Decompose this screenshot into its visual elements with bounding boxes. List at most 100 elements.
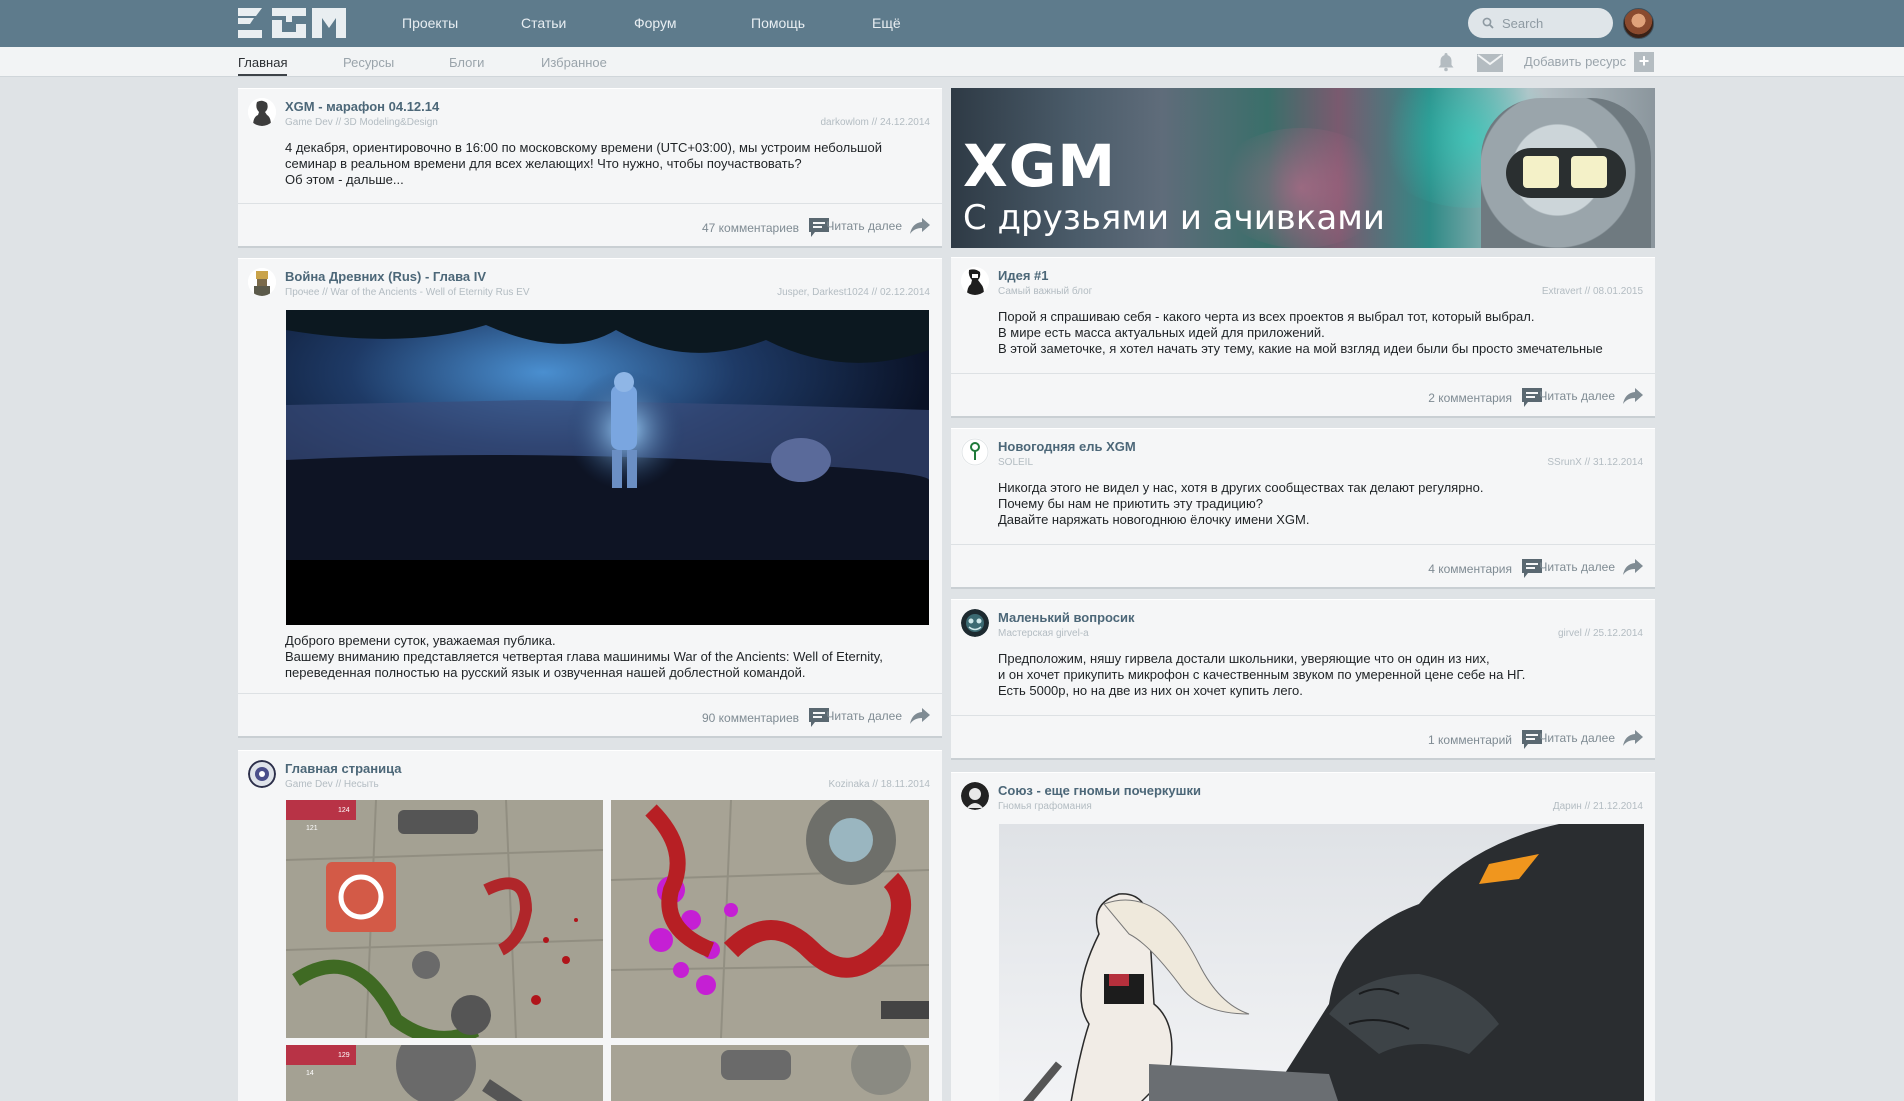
read-more-label: Читать далее [1539,731,1615,745]
mail-icon[interactable] [1477,54,1503,77]
read-more-link[interactable]: Читать далее [1539,388,1643,404]
hud-score: 124 [338,807,350,814]
bell-icon[interactable] [1437,52,1455,77]
banner-title: XGM [963,132,1117,200]
nav-help[interactable]: Помощь [751,0,805,47]
post-card: Новогодняя ель XGM SOLEIL SSrunX // 31.1… [951,428,1655,589]
post-card: Идея #1 Самый важный блог Extravert // 0… [951,257,1655,418]
user-avatar[interactable] [1623,8,1654,39]
post-footer: 90 комментариев Читать далее [238,693,942,736]
share-arrow-icon [910,708,930,724]
author-avatar[interactable] [961,267,989,295]
post-footer: 4 комментария Читать далее [951,544,1655,587]
share-arrow-icon [1623,559,1643,575]
xgm-logo[interactable] [238,6,346,40]
post-category[interactable]: Мастерская girvel-a [998,628,1089,639]
post-author-date: Extravert // 08.01.2015 [1541,286,1643,297]
banner-subtitle: С друзьями и ачивками [963,198,1385,238]
post-author-date: SSrunX // 31.12.2014 [1547,457,1643,468]
share-arrow-icon [1623,388,1643,404]
hud-score: 129 [338,1052,350,1059]
post-footer: 2 комментария Читать далее [951,373,1655,416]
post-title[interactable]: Идея #1 [998,268,1048,283]
read-more-label: Читать далее [1539,560,1615,574]
promo-banner[interactable]: XGM С друзьями и ачивками [951,88,1655,248]
author-avatar[interactable] [248,760,276,788]
nav-more[interactable]: Ещё [872,0,901,47]
post-author-date: Kozinaka // 18.11.2014 [828,779,930,790]
subnav-blogs[interactable]: Блоги [449,55,484,70]
post-title[interactable]: XGM - марафон 04.12.14 [285,99,439,114]
post-category[interactable]: Game Dev // 3D Modeling&Design [285,117,438,128]
post-card: Война Древних (Rus) - Глава IV Прочее //… [238,258,942,738]
comments-count: 2 комментария [1428,391,1512,405]
post-card: Маленький вопросик Мастерская girvel-a g… [951,599,1655,760]
post-excerpt: 4 декабря, ориентировочно в 16:00 по мос… [285,140,882,187]
author-avatar[interactable] [961,609,989,637]
comments-link[interactable]: 4 комментария [1428,559,1544,579]
post-title[interactable]: Война Древних (Rus) - Глава IV [285,269,486,284]
post-excerpt: Предположим, няшу гирвела достали школьн… [998,651,1526,698]
nav-articles[interactable]: Статьи [521,0,566,47]
post-footer: 1 комментарий Читать далее [951,715,1655,758]
hud-score: 14 [306,1070,314,1077]
comments-link[interactable]: 90 комментариев [702,708,831,728]
artwork-image[interactable] [999,824,1644,1101]
post-title[interactable]: Союз - еще гномьи почеркушки [998,783,1201,798]
post-author-date: girvel // 25.12.2014 [1557,628,1643,639]
post-title[interactable]: Маленький вопросик [998,610,1135,625]
post-title[interactable]: Новогодняя ель XGM [998,439,1136,454]
comments-count: 47 комментариев [701,221,799,235]
search-box[interactable] [1468,8,1613,38]
post-card: Союз - еще гномьи почеркушки Гномья граф… [951,772,1655,1101]
subnav-home[interactable]: Главная [238,55,288,76]
top-bar: Проекты Статьи Форум Помощь Ещё [0,0,1904,47]
read-more-link[interactable]: Читать далее [826,218,930,234]
share-arrow-icon [910,218,930,234]
post-footer: 47 комментариев Читать далее [238,203,942,246]
video-preview[interactable] [286,310,929,625]
post-title[interactable]: Главная страница [285,761,401,776]
game-screenshot[interactable] [611,800,929,1038]
post-card: XGM - марафон 04.12.14 Game Dev // 3D Mo… [238,88,942,248]
post-category[interactable]: Самый важный блог [998,286,1092,297]
game-screenshot[interactable]: 129 14 [286,1045,603,1101]
post-card: Главная страница Game Dev // Несыть Kozi… [238,750,942,1101]
post-excerpt: Порой я спрашиваю себя - какого черта из… [998,309,1603,356]
search-input[interactable] [1502,8,1607,38]
comments-count: 4 комментария [1428,562,1512,576]
hud-score: 121 [306,825,318,832]
post-category[interactable]: SOLEIL [998,457,1033,468]
post-excerpt: Доброго времени суток, уважаемая публика… [285,633,883,680]
post-category[interactable]: Game Dev // Несыть [285,779,379,790]
read-more-link[interactable]: Читать далее [1539,559,1643,575]
comments-link[interactable]: 47 комментариев [702,218,831,238]
comments-count: 1 комментарий [1428,733,1512,747]
author-avatar[interactable] [248,268,276,296]
game-screenshot[interactable] [611,1045,929,1101]
share-arrow-icon [1623,730,1643,746]
add-resource-button[interactable]: + [1634,52,1654,72]
read-more-label: Читать далее [1539,389,1615,403]
nav-forum[interactable]: Форум [634,0,677,47]
post-author-date: darkowlom // 24.12.2014 [820,117,930,128]
comments-link[interactable]: 2 комментария [1428,388,1544,408]
subnav-favorites[interactable]: Избранное [541,55,607,70]
post-excerpt: Никогда этого не видел у нас, хотя в дру… [998,480,1484,527]
game-screenshot[interactable]: 124 121 [286,800,603,1038]
post-category[interactable]: Прочее // War of the Ancients - Well of … [285,287,530,298]
post-category[interactable]: Гномья графомания [998,801,1092,812]
comments-count: 90 комментариев [701,711,799,725]
read-more-label: Читать далее [826,709,902,723]
add-resource-link[interactable]: Добавить ресурс [1524,54,1626,69]
search-icon [1482,17,1494,29]
nav-projects[interactable]: Проекты [402,0,458,47]
read-more-link[interactable]: Читать далее [826,708,930,724]
subnav-resources[interactable]: Ресурсы [343,55,394,70]
post-author-date: Jusper, Darkest1024 // 02.12.2014 [777,287,930,298]
author-avatar[interactable] [961,438,989,466]
comments-link[interactable]: 1 комментарий [1428,730,1544,750]
author-avatar[interactable] [961,782,989,810]
author-avatar[interactable] [248,98,276,126]
read-more-link[interactable]: Читать далее [1539,730,1643,746]
